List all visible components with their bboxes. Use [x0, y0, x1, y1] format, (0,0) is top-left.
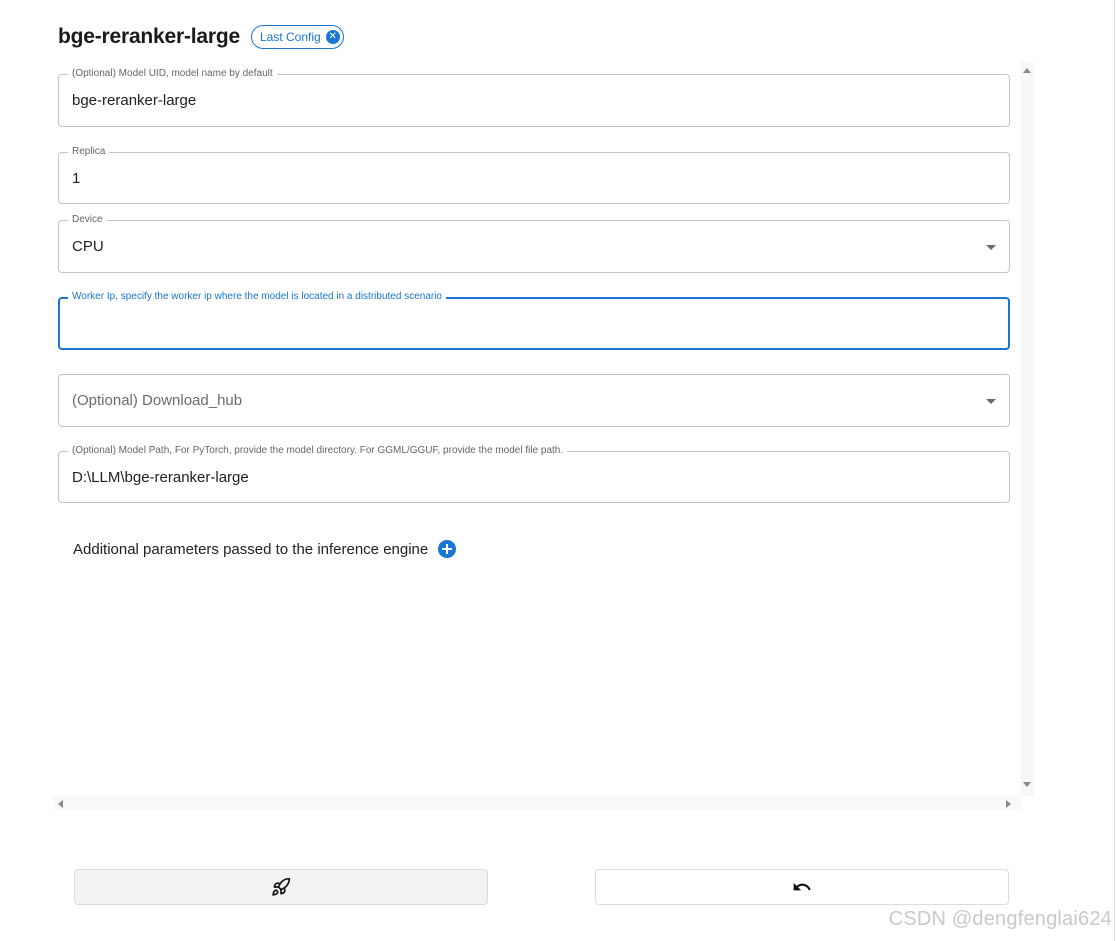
- rocket-launch-icon: [272, 877, 291, 896]
- page-header: bge-reranker-large Last Config ✕: [58, 22, 344, 52]
- arrow-drop-down-icon[interactable]: [986, 399, 996, 404]
- model-path-value: D:\LLM\bge-reranker-large: [72, 469, 249, 486]
- undo-icon: [793, 882, 811, 891]
- additional-params-label: Additional parameters passed to the infe…: [73, 540, 429, 558]
- horizontal-scrollbar[interactable]: [53, 796, 1021, 810]
- download-hub-select[interactable]: (Optional) Download_hub: [58, 374, 1010, 427]
- worker-ip-label: Worker Ip, specify the worker ip where t…: [68, 291, 446, 303]
- device-label: Device: [68, 214, 107, 226]
- window-edge: [1114, 0, 1115, 941]
- download-hub-placeholder: (Optional) Download_hub: [72, 392, 243, 409]
- model-path-label: (Optional) Model Path, For PyTorch, prov…: [68, 445, 568, 457]
- add-circle-icon[interactable]: [438, 540, 457, 558]
- page-title: bge-reranker-large: [58, 25, 240, 48]
- model-uid-field[interactable]: (Optional) Model UID, model name by defa…: [58, 68, 1010, 127]
- undo-button[interactable]: [595, 869, 1009, 905]
- watermark: CSDN @dengfenglai624: [888, 908, 1112, 930]
- cancel-circle-icon[interactable]: ✕: [325, 30, 340, 44]
- model-uid-value: bge-reranker-large: [72, 92, 197, 109]
- launch-button[interactable]: [74, 869, 488, 905]
- scroll-right-icon[interactable]: [1006, 800, 1011, 808]
- device-value: CPU: [72, 238, 104, 255]
- replica-value: 1: [72, 170, 81, 187]
- scroll-down-icon[interactable]: [1023, 782, 1031, 787]
- additional-params-row: Additional parameters passed to the infe…: [73, 539, 457, 559]
- replica-field[interactable]: Replica 1: [58, 146, 1010, 204]
- vertical-scrollbar[interactable]: [1021, 62, 1034, 796]
- worker-ip-input[interactable]: Worker Ip, specify the worker ip where t…: [58, 291, 1010, 350]
- device-select[interactable]: Device CPU: [58, 214, 1010, 273]
- model-path-field[interactable]: (Optional) Model Path, For PyTorch, prov…: [58, 445, 1010, 503]
- last-config-label: Last Config: [259, 30, 321, 44]
- scroll-up-icon[interactable]: [1023, 68, 1031, 73]
- scroll-left-icon[interactable]: [58, 800, 63, 808]
- replica-label: Replica: [68, 146, 110, 158]
- last-config-chip[interactable]: Last Config ✕: [250, 25, 344, 49]
- arrow-drop-down-icon[interactable]: [986, 245, 996, 250]
- model-uid-label: (Optional) Model UID, model name by defa…: [68, 68, 277, 80]
